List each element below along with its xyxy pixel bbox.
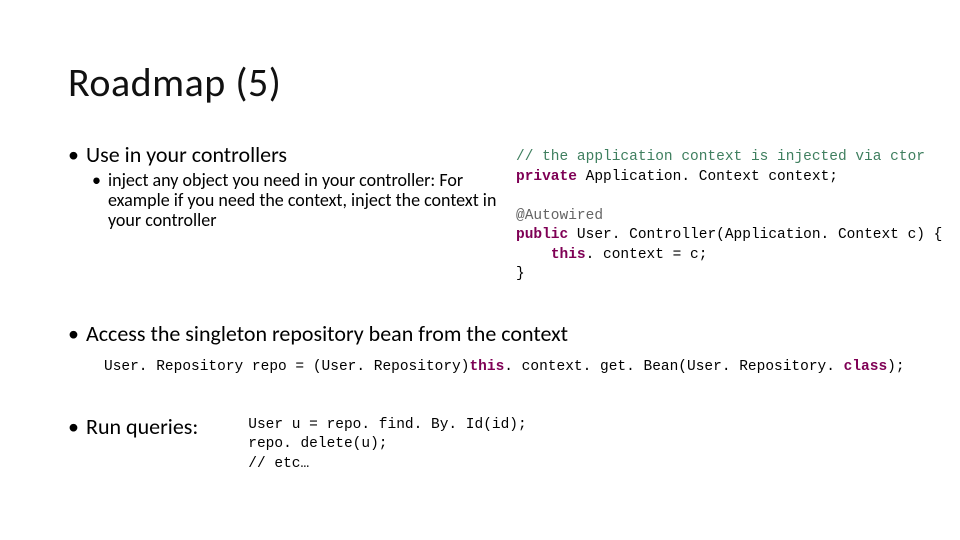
two-column-row: Use in your controllers inject any objec… <box>68 142 930 285</box>
code-keyword-public: public <box>516 227 568 243</box>
bullet-access-singleton: Access the singleton repository bean fro… <box>68 321 930 346</box>
code-text: // etc… <box>248 456 309 472</box>
bullet-run-queries: Run queries: <box>68 414 198 439</box>
code-comment: // the application context is injected v… <box>516 149 925 165</box>
code-keyword-private: private <box>516 169 577 185</box>
code-annotation: @Autowired <box>516 208 603 224</box>
slide-title: Roadmap (5) <box>68 58 281 107</box>
code-block-context-injection: // the application context is injected v… <box>516 148 942 285</box>
right-column: // the application context is injected v… <box>516 142 942 285</box>
code-text: } <box>516 266 525 282</box>
slide-content: Use in your controllers inject any objec… <box>68 142 930 474</box>
bullet-use-in-controllers: Use in your controllers <box>68 142 508 167</box>
code-text: . context. get. Bean(User. Repository. <box>504 359 843 375</box>
code-block-get-bean: User. Repository repo = (User. Repositor… <box>104 358 930 378</box>
code-text: Application. Context <box>577 169 768 185</box>
bullet-text: inject any object you need in your contr… <box>108 171 508 230</box>
code-keyword-this: this <box>469 359 504 375</box>
code-text: User. Controller(Application. Context c)… <box>568 227 942 243</box>
code-keyword-class: class <box>844 359 888 375</box>
bullet-text: Run queries: <box>86 414 198 439</box>
code-text: User. Repository repo = (User. Repositor… <box>104 359 469 375</box>
code-block-queries: User u = repo. find. By. Id(id); repo. d… <box>248 416 535 475</box>
sub-bullet-inject: inject any object you need in your contr… <box>92 171 508 230</box>
bullet-text: Use in your controllers <box>86 142 287 167</box>
code-keyword-this: this <box>551 247 586 263</box>
left-column: Use in your controllers inject any objec… <box>68 142 508 285</box>
code-text: repo. delete(u); <box>248 436 396 452</box>
code-text: context; <box>768 169 846 185</box>
bullet-text: Access the singleton repository bean fro… <box>86 321 568 346</box>
code-text: . context = c; <box>586 247 717 263</box>
section-run-queries: Run queries: User u = repo. find. By. Id… <box>68 414 930 475</box>
section-access-bean: Access the singleton repository bean fro… <box>68 321 930 378</box>
code-text: User u = repo. find. By. Id(id); <box>248 417 535 433</box>
code-text: ); <box>887 359 913 375</box>
